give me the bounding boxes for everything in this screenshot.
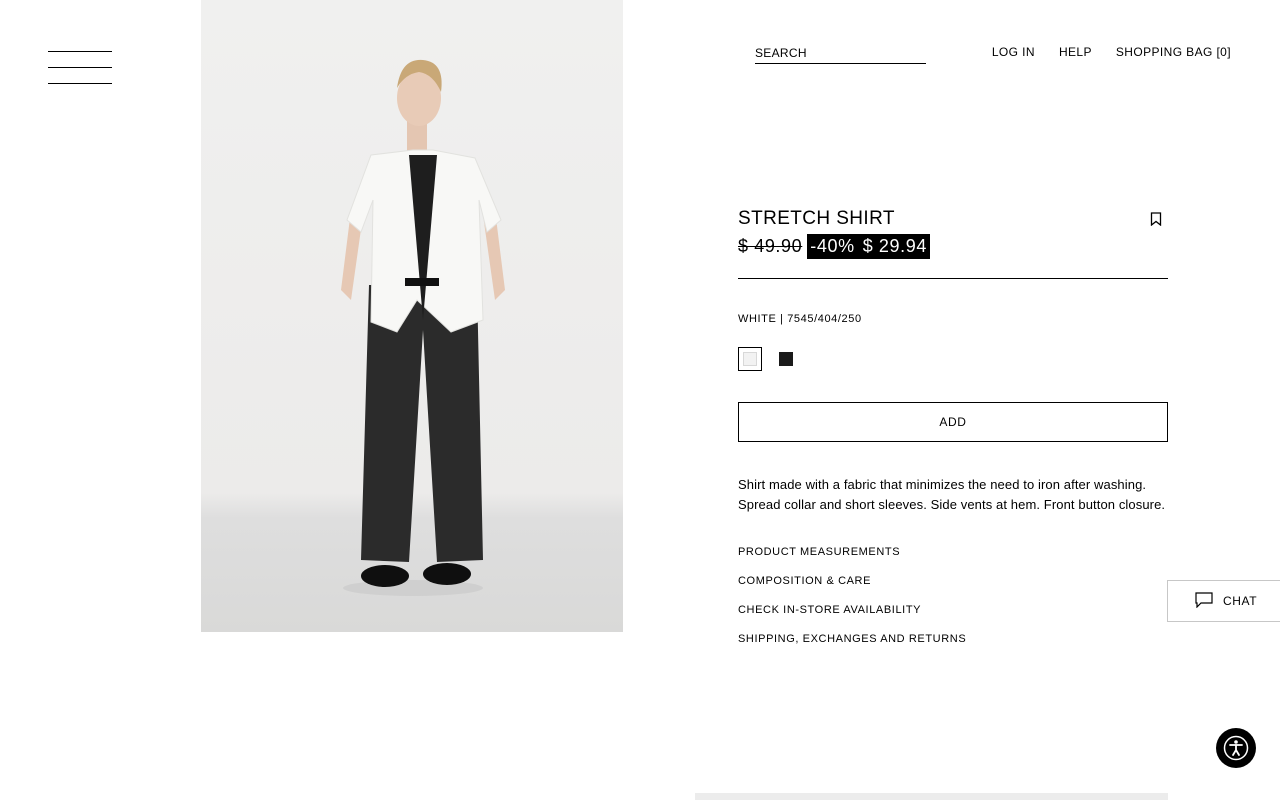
- link-product-measurements[interactable]: PRODUCT MEASUREMENTS: [738, 546, 1168, 575]
- discount-percent: -40%: [810, 235, 855, 256]
- chat-bubble-icon: [1195, 591, 1213, 611]
- top-nav: LOG IN HELP SHOPPING BAG [0]: [992, 45, 1231, 59]
- login-link[interactable]: LOG IN: [992, 45, 1035, 59]
- hamburger-menu-icon[interactable]: [48, 51, 112, 85]
- color-swatch-black[interactable]: [774, 347, 798, 371]
- info-links: PRODUCT MEASUREMENTS COMPOSITION & CARE …: [738, 546, 1168, 662]
- product-title: STRETCH SHIRT: [738, 208, 895, 229]
- color-reference: WHITE | 7545/404/250: [738, 313, 862, 325]
- swatch-white-fill: [743, 352, 757, 366]
- search-input[interactable]: [755, 45, 926, 60]
- bottom-strip: [695, 793, 1168, 800]
- chat-label: CHAT: [1223, 594, 1258, 608]
- search-field[interactable]: [755, 44, 926, 64]
- sale-price: $ 29.94: [862, 235, 927, 256]
- shopping-bag-link[interactable]: SHOPPING BAG [0]: [1116, 45, 1231, 59]
- original-price: $ 49.90: [738, 235, 803, 256]
- product-image: [201, 0, 623, 632]
- link-composition-care[interactable]: COMPOSITION & CARE: [738, 575, 1168, 604]
- link-shipping-returns[interactable]: SHIPPING, EXCHANGES AND RETURNS: [738, 633, 1168, 662]
- swatch-black-fill: [779, 352, 793, 366]
- product-info: STRETCH SHIRT $ 49.90 -40% $ 29.94 WHITE…: [738, 208, 1168, 662]
- sale-badge: -40% $ 29.94: [807, 233, 930, 259]
- color-swatch-white[interactable]: [738, 347, 762, 371]
- product-description: Shirt made with a fabric that minimizes …: [738, 477, 1166, 512]
- price-block: $ 49.90 -40% $ 29.94: [738, 233, 1168, 259]
- add-to-bag-button[interactable]: ADD: [738, 402, 1168, 442]
- divider: [738, 278, 1168, 279]
- accessibility-icon[interactable]: [1216, 728, 1256, 768]
- bookmark-icon[interactable]: [1150, 212, 1162, 227]
- color-swatches: [738, 347, 1168, 371]
- help-link[interactable]: HELP: [1059, 45, 1092, 59]
- chat-button[interactable]: CHAT: [1167, 580, 1280, 622]
- link-store-availability[interactable]: CHECK IN-STORE AVAILABILITY: [738, 604, 1168, 633]
